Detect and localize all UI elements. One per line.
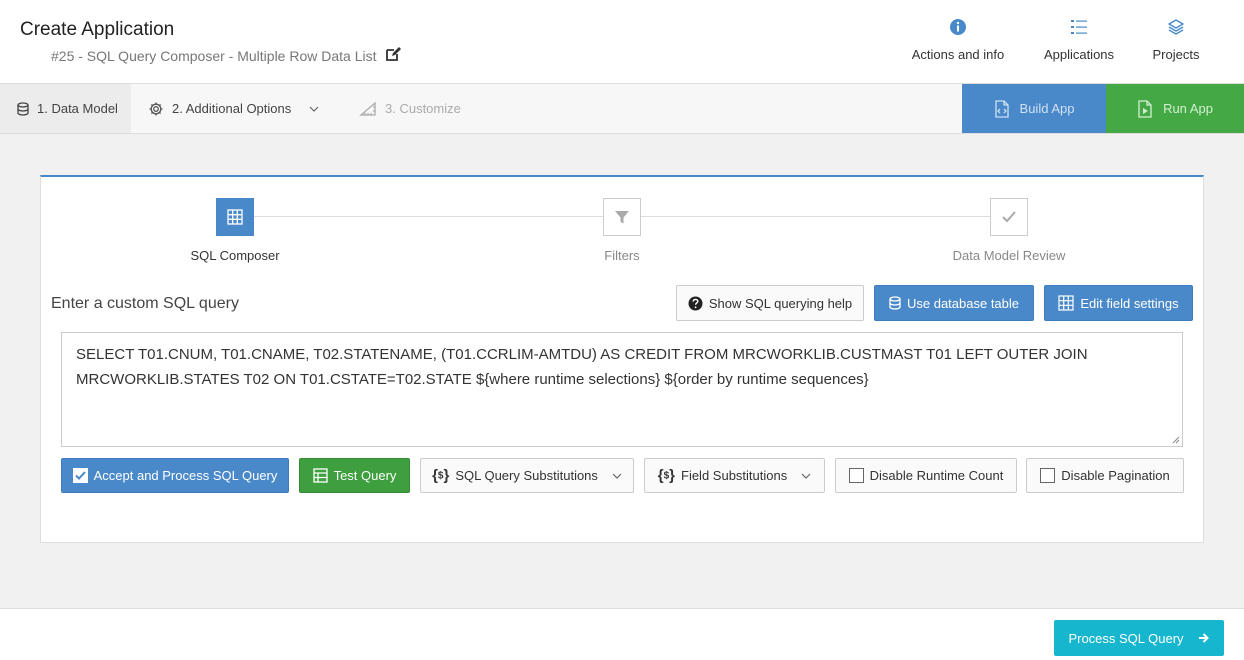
field-substitutions-dropdown[interactable]: {$} Field Substitutions [644,458,825,493]
step-sql-composer[interactable] [216,198,254,236]
show-sql-help-button[interactable]: Show SQL querying help [676,285,864,321]
braces-icon: {$} [657,467,675,484]
run-app-label: Run App [1163,101,1213,116]
arrow-right-icon [1198,633,1209,643]
checked-checkbox-icon [72,468,88,483]
filter-icon [615,211,629,224]
question-icon [688,296,703,310]
list-icon [1034,18,1124,38]
database-icon [17,101,29,116]
step-connector [641,216,991,217]
query-section-title: Enter a custom SQL query [51,295,239,312]
field-substitutions-label: Field Substitutions [681,468,788,483]
process-sql-query-button[interactable]: Process SQL Query [1054,620,1224,656]
tab-data-model-label: 1. Data Model [37,101,118,116]
unchecked-checkbox-icon [1040,468,1056,483]
code-file-icon [994,99,1009,118]
process-sql-query-label: Process SQL Query [1068,630,1184,646]
edit-field-settings-button[interactable]: Edit field settings [1044,285,1193,321]
step-connector [254,216,604,217]
resize-handle-icon[interactable] [1172,436,1180,444]
actions-and-info-label: Actions and info [911,47,1005,62]
grid-icon [1058,295,1074,311]
build-app-button[interactable]: Build App [962,84,1106,133]
projects-label: Projects [1152,47,1200,62]
tab-customize: 3. Customize [341,84,481,133]
disable-runtime-count-label: Disable Runtime Count [869,468,1004,483]
edit-icon[interactable] [385,46,401,65]
accept-process-sql-label: Accept and Process SQL Query [93,468,278,483]
app-name-label: #25 - SQL Query Composer - Multiple Row … [51,47,377,64]
sql-query-textarea[interactable]: SELECT T01.CNUM, T01.CNAME, T02.STATENAM… [61,332,1183,447]
table-icon [312,468,328,483]
tab-additional-options-label: 2. Additional Options [172,101,292,116]
test-query-button[interactable]: Test Query [299,458,410,493]
ruler-icon [359,101,376,116]
page-title: Create Application [20,19,175,40]
tab-data-model[interactable]: 1. Data Model [0,84,131,133]
edit-field-settings-label: Edit field settings [1080,295,1179,311]
layers-icon [1146,18,1206,38]
test-query-label: Test Query [333,468,397,483]
run-app-button[interactable]: Run App [1106,84,1244,133]
accept-process-sql-button[interactable]: Accept and Process SQL Query [61,458,289,493]
use-database-table-label: Use database table [906,295,1020,311]
show-sql-help-label: Show SQL querying help [708,295,853,311]
play-file-icon [1138,99,1152,118]
page-footer: Process SQL Query [0,608,1244,660]
grid-icon [227,209,243,225]
chevron-down-icon [801,473,811,479]
step-data-model-review[interactable] [990,198,1028,236]
braces-icon: {$} [432,467,450,484]
app-header: Create Application #25 - SQL Query Compo… [0,0,1244,84]
sql-query-substitutions-label: SQL Query Substitutions [455,468,598,483]
tab-additional-options[interactable]: 2. Additional Options [131,84,341,133]
disable-pagination-label: Disable Pagination [1061,468,1170,483]
sql-query-text: SELECT T01.CNUM, T01.CNAME, T02.STATENAM… [76,346,1088,388]
actions-and-info-button[interactable]: Actions and info [906,18,1010,62]
database-icon [889,296,901,310]
disable-pagination-button[interactable]: Disable Pagination [1026,458,1184,493]
sql-query-substitutions-dropdown[interactable]: {$} SQL Query Substitutions [420,458,634,493]
projects-button[interactable]: Projects [1146,18,1206,62]
build-app-label: Build App [1019,101,1075,116]
info-icon [906,18,1010,38]
use-database-table-button[interactable]: Use database table [874,285,1034,321]
disable-runtime-count-button[interactable]: Disable Runtime Count [835,458,1017,493]
tab-customize-label: 3. Customize [385,101,461,116]
gear-icon [149,102,163,115]
step-filters-label: Filters [604,248,640,263]
applications-label: Applications [1043,47,1115,62]
sql-composer-card: SQL Composer Filters Data Model Review E… [40,175,1204,543]
chevron-down-icon [309,106,319,112]
step-data-model-review-label: Data Model Review [952,248,1066,263]
check-icon [1002,211,1016,223]
wizard-tab-bar: 1. Data Model 2. Additional Options 3. C… [0,84,1244,134]
applications-button[interactable]: Applications [1034,18,1124,62]
step-sql-composer-label: SQL Composer [190,248,280,263]
unchecked-checkbox-icon [848,468,864,483]
chevron-down-icon [612,473,622,479]
step-filters[interactable] [603,198,641,236]
page-subtitle: #25 - SQL Query Composer - Multiple Row … [51,46,401,65]
